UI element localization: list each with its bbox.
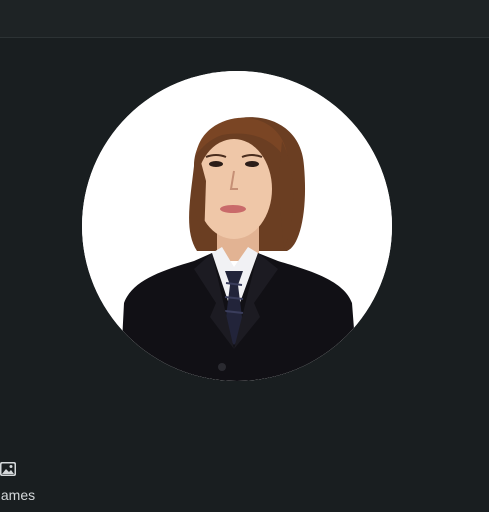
profile-avatar[interactable] — [82, 71, 392, 381]
sidebar-item-label: Games — [0, 487, 36, 503]
photo-icon — [0, 462, 16, 476]
avatar-photo — [82, 71, 392, 381]
sidebar-item-games[interactable]: Games — [0, 460, 40, 512]
top-bar — [0, 0, 489, 38]
